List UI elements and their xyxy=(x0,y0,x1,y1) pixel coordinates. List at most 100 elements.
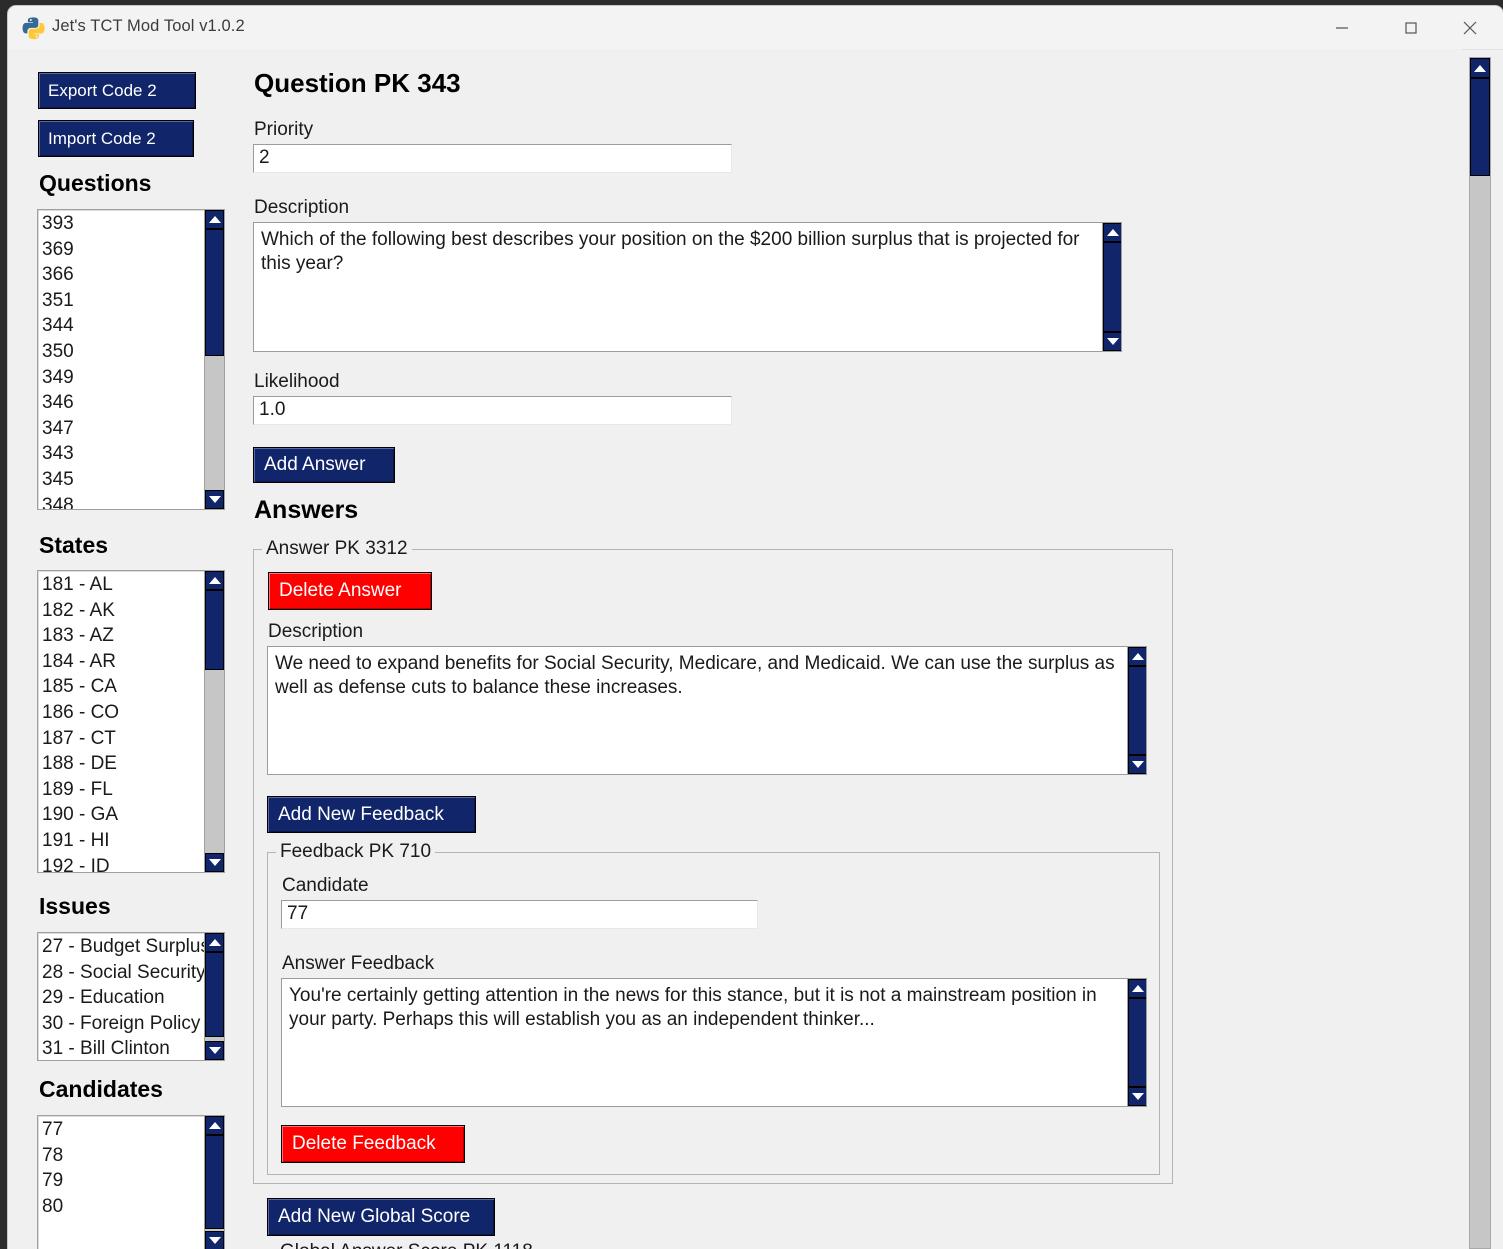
list-item[interactable]: 190 - GA xyxy=(38,802,206,828)
scroll-down-icon[interactable] xyxy=(205,853,224,872)
states-scrollbar[interactable] xyxy=(204,571,224,872)
import-code-button[interactable]: Import Code 2 xyxy=(38,120,194,157)
answer-feedback-scrollbar[interactable] xyxy=(1127,979,1146,1106)
list-item[interactable]: 346 xyxy=(38,390,206,416)
list-item[interactable]: 189 - FL xyxy=(38,777,206,803)
questions-listbox[interactable]: 393 369 366 351 344 350 349 346 347 343 345 348 xyxy=(37,209,225,510)
scrollbar-thumb[interactable] xyxy=(205,229,224,356)
states-listbox[interactable]: 181 - AL 182 - AK 183 - AZ 184 - AR 185 - CA… xyxy=(37,570,225,873)
list-item[interactable]: 369 xyxy=(38,237,206,263)
scroll-up-icon[interactable] xyxy=(1470,58,1490,78)
list-item[interactable]: 183 - AZ xyxy=(38,623,206,649)
list-item[interactable]: 186 - CO xyxy=(38,700,206,726)
scrollbar-thumb[interactable] xyxy=(1128,666,1146,755)
export-code-button[interactable]: Export Code 2 xyxy=(38,72,196,109)
scroll-down-icon[interactable] xyxy=(1128,1087,1146,1106)
issues-scrollbar[interactable] xyxy=(204,933,224,1060)
delete-feedback-button-label: Delete Feedback xyxy=(292,1133,436,1154)
delete-feedback-button[interactable]: Delete Feedback xyxy=(281,1125,465,1163)
answer-groupbox-legend: Answer PK 3312 xyxy=(262,538,412,560)
window-title: Jet's TCT Mod Tool v1.0.2 xyxy=(52,17,245,35)
answer-description-value[interactable]: We need to expand benefits for Social Se… xyxy=(268,647,1128,700)
list-item[interactable]: 366 xyxy=(38,262,206,288)
list-item[interactable]: 77 xyxy=(38,1117,206,1143)
list-item[interactable]: 30 - Foreign Policy xyxy=(38,1011,206,1037)
list-item[interactable]: 28 - Social Security xyxy=(38,960,206,986)
list-item[interactable]: 185 - CA xyxy=(38,674,206,700)
scroll-up-icon[interactable] xyxy=(205,210,224,229)
list-item[interactable]: 343 xyxy=(38,441,206,467)
list-item[interactable]: 184 - AR xyxy=(38,649,206,675)
feedback-groupbox: Feedback PK 710 Candidate 77 Answer Feed… xyxy=(267,841,1160,1175)
close-icon xyxy=(1463,21,1477,34)
list-item[interactable]: 181 - AL xyxy=(38,572,206,598)
import-code-button-label: Import Code 2 xyxy=(48,128,156,148)
question-description-textarea[interactable]: Which of the following best describes yo… xyxy=(253,222,1122,352)
scroll-up-icon[interactable] xyxy=(205,571,224,590)
scroll-up-icon[interactable] xyxy=(1128,979,1146,998)
add-answer-button-label: Add Answer xyxy=(264,454,366,475)
scrollbar-thumb[interactable] xyxy=(205,590,224,670)
list-item[interactable]: 80 xyxy=(38,1194,206,1220)
candidates-list-items: 77 78 79 80 xyxy=(38,1117,206,1249)
question-description-scrollbar[interactable] xyxy=(1102,223,1121,351)
answer-feedback-textarea[interactable]: You're certainly getting attention in th… xyxy=(281,978,1147,1107)
list-item[interactable]: 349 xyxy=(38,365,206,391)
answer-description-scrollbar[interactable] xyxy=(1127,647,1146,774)
maximize-button[interactable] xyxy=(1388,6,1434,49)
likelihood-input[interactable]: 1.0 xyxy=(253,396,732,425)
scroll-up-icon[interactable] xyxy=(205,1116,224,1135)
issues-list-items: 27 - Budget Surplus 28 - Social Security 2… xyxy=(38,934,206,1060)
add-new-global-score-button[interactable]: Add New Global Score xyxy=(267,1198,495,1236)
list-item[interactable]: 187 - CT xyxy=(38,726,206,752)
scroll-down-icon[interactable] xyxy=(205,1231,224,1249)
candidate-input[interactable]: 77 xyxy=(281,900,758,929)
list-item[interactable]: 27 - Budget Surplus xyxy=(38,934,206,960)
scrollbar-thumb[interactable] xyxy=(1128,998,1146,1087)
list-item[interactable]: 347 xyxy=(38,416,206,442)
question-description-label: Description xyxy=(254,197,350,218)
list-item[interactable]: 348 xyxy=(38,493,206,509)
scroll-up-icon[interactable] xyxy=(205,933,224,952)
questions-scrollbar[interactable] xyxy=(204,210,224,509)
list-item[interactable]: 29 - Education xyxy=(38,985,206,1011)
priority-input[interactable]: 2 xyxy=(253,144,732,173)
close-button[interactable] xyxy=(1447,6,1493,49)
main-vertical-scrollbar[interactable] xyxy=(1469,57,1491,1249)
list-item[interactable]: 78 xyxy=(38,1143,206,1169)
scroll-down-icon[interactable] xyxy=(205,490,224,509)
answer-feedback-value[interactable]: You're certainly getting attention in th… xyxy=(282,979,1128,1032)
list-item[interactable]: 79 xyxy=(38,1168,206,1194)
states-list-items: 181 - AL 182 - AK 183 - AZ 184 - AR 185 - CA… xyxy=(38,572,206,872)
minimize-button[interactable] xyxy=(1319,6,1365,49)
question-description-value[interactable]: Which of the following best describes yo… xyxy=(254,223,1103,276)
list-item[interactable]: 393 xyxy=(38,211,206,237)
answer-description-textarea[interactable]: We need to expand benefits for Social Se… xyxy=(267,646,1147,775)
list-item[interactable]: 351 xyxy=(38,288,206,314)
candidates-heading: Candidates xyxy=(39,1076,163,1102)
scroll-down-icon[interactable] xyxy=(205,1041,224,1060)
list-item[interactable]: 344 xyxy=(38,313,206,339)
list-item[interactable]: 192 - ID xyxy=(38,854,206,872)
scrollbar-thumb[interactable] xyxy=(205,1135,224,1229)
candidates-scrollbar[interactable] xyxy=(204,1116,224,1249)
list-item[interactable]: 345 xyxy=(38,467,206,493)
issues-listbox[interactable]: 27 - Budget Surplus 28 - Social Security 2… xyxy=(37,932,225,1061)
scroll-up-icon[interactable] xyxy=(1128,647,1146,666)
add-new-feedback-button[interactable]: Add New Feedback xyxy=(267,796,476,833)
list-item[interactable]: 188 - DE xyxy=(38,751,206,777)
scrollbar-thumb[interactable] xyxy=(205,952,224,1037)
list-item[interactable]: 31 - Bill Clinton xyxy=(38,1036,206,1060)
delete-answer-button-label: Delete Answer xyxy=(279,580,402,601)
delete-answer-button[interactable]: Delete Answer xyxy=(268,572,432,610)
candidates-listbox[interactable]: 77 78 79 80 xyxy=(37,1115,225,1249)
scroll-down-icon[interactable] xyxy=(1128,755,1146,774)
list-item[interactable]: 182 - AK xyxy=(38,598,206,624)
add-answer-button[interactable]: Add Answer xyxy=(253,447,395,483)
scrollbar-thumb[interactable] xyxy=(1470,78,1490,176)
list-item[interactable]: 350 xyxy=(38,339,206,365)
scroll-down-icon[interactable] xyxy=(1103,332,1121,351)
scroll-up-icon[interactable] xyxy=(1103,223,1121,242)
scrollbar-thumb[interactable] xyxy=(1103,242,1121,332)
list-item[interactable]: 191 - HI xyxy=(38,828,206,854)
